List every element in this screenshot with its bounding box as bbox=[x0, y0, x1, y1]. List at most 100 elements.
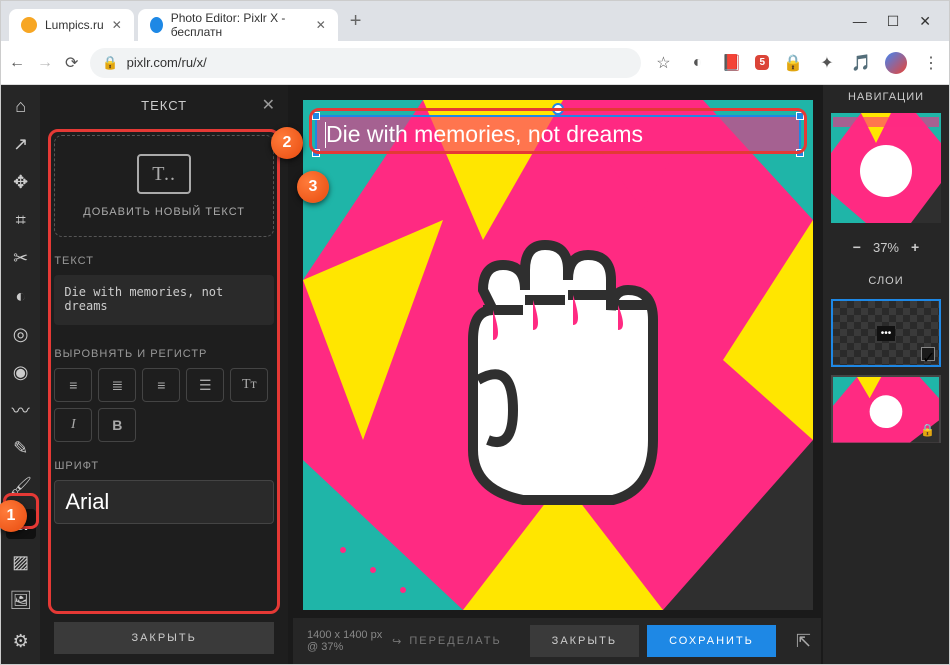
extension-icon[interactable]: 🔒 bbox=[783, 53, 803, 73]
crop-icon[interactable]: ⌗ bbox=[6, 205, 36, 235]
lock-icon: 🔒 bbox=[102, 55, 118, 71]
extensions-icon[interactable]: ✦ bbox=[817, 53, 837, 73]
extension-icon[interactable]: 📕 bbox=[721, 53, 741, 73]
titlebar: Lumpics.ru ✕ Photo Editor: Pixlr X - бес… bbox=[1, 1, 949, 41]
canvas-artwork bbox=[303, 100, 813, 610]
canvas-dimensions: 1400 x 1400 px @ 37% bbox=[307, 629, 392, 653]
browser-window: Lumpics.ru ✕ Photo Editor: Pixlr X - бес… bbox=[0, 0, 950, 665]
text-panel: ТЕКСТ ✕ T.. ДОБАВИТЬ НОВЫЙ ТЕКСТ ТЕКСТ В… bbox=[40, 85, 288, 664]
extension-icon[interactable]: ◐ bbox=[687, 53, 707, 73]
canvas-area: Die with memories, not dreams bbox=[288, 85, 823, 664]
layer-preview: ••• bbox=[877, 326, 896, 341]
extension-icons: ☆ ◐ 📕 5 🔒 ✦ 🎵 ⋮ bbox=[653, 52, 941, 74]
draw-icon[interactable]: 🖌 bbox=[6, 471, 36, 501]
save-button[interactable]: СОХРАНИТЬ bbox=[647, 625, 776, 657]
forward-icon[interactable]: → bbox=[37, 54, 53, 72]
close-icon[interactable]: ✕ bbox=[112, 18, 122, 32]
add-text-button[interactable]: T.. ДОБАВИТЬ НОВЫЙ ТЕКСТ bbox=[54, 135, 274, 237]
export-icon[interactable]: ⇱ bbox=[796, 631, 811, 652]
back-icon[interactable]: ← bbox=[9, 54, 25, 72]
close-button[interactable]: ЗАКРЫТЬ bbox=[530, 625, 639, 657]
layer-background[interactable]: 🔒 bbox=[831, 375, 941, 443]
new-tab-button[interactable]: + bbox=[342, 10, 370, 33]
resize-handle[interactable] bbox=[312, 149, 320, 157]
filter-icon[interactable]: ◎ bbox=[6, 319, 36, 349]
layer-text[interactable]: ••• ✓ bbox=[831, 299, 941, 367]
panel-body: T.. ДОБАВИТЬ НОВЫЙ ТЕКСТ ТЕКСТ ВЫРОВНЯТЬ… bbox=[40, 125, 288, 612]
right-panel: НАВИГАЦИИ − 37% + СЛОИ ••• ✓ 🔒 bbox=[823, 85, 949, 664]
redo-button[interactable]: ↪ПЕРЕДЕЛАТЬ bbox=[392, 635, 502, 648]
panel-title: ТЕКСТ bbox=[141, 98, 187, 113]
font-selector[interactable]: Arial bbox=[54, 480, 274, 524]
bookmark-icon[interactable]: ☆ bbox=[653, 53, 673, 73]
tab-favicon bbox=[150, 17, 163, 33]
url-bar: ← → ⟳ 🔒 pixlr.com/ru/x/ ☆ ◐ 📕 5 🔒 ✦ 🎵 ⋮ bbox=[1, 41, 949, 85]
resize-handle[interactable] bbox=[796, 112, 804, 120]
panel-close-button[interactable]: ЗАКРЫТЬ bbox=[54, 622, 274, 654]
callout-2: 2 bbox=[271, 127, 303, 159]
resize-handle[interactable] bbox=[796, 149, 804, 157]
layer-visibility-checkbox[interactable]: ✓ bbox=[921, 347, 935, 361]
zoom-out-icon[interactable]: − bbox=[853, 239, 861, 255]
italic-icon[interactable]: I bbox=[54, 408, 92, 442]
profile-avatar[interactable] bbox=[885, 52, 907, 74]
element-icon[interactable]: ▨ bbox=[6, 547, 36, 577]
tab-pixlr[interactable]: Photo Editor: Pixlr X - бесплатн ✕ bbox=[138, 9, 338, 41]
retouch-icon[interactable]: ✎ bbox=[6, 433, 36, 463]
close-icon[interactable]: ✕ bbox=[316, 18, 326, 32]
align-row: ≡ ≣ ≡ ☰ Tᴛ bbox=[54, 368, 274, 402]
nav-title: НАВИГАЦИИ bbox=[848, 91, 924, 103]
align-center-icon[interactable]: ≣ bbox=[98, 368, 136, 402]
media-icon[interactable]: 🎵 bbox=[851, 53, 871, 73]
canvas-text: Die with memories, not dreams bbox=[326, 121, 643, 148]
arrange-icon[interactable]: ↗ bbox=[6, 129, 36, 159]
text-icon: T.. bbox=[137, 154, 191, 194]
image-icon[interactable]: 🖼 bbox=[6, 585, 36, 615]
callout-3: 3 bbox=[297, 171, 329, 203]
text-case-icon[interactable]: Tᴛ bbox=[230, 368, 268, 402]
zoom-value: 37% bbox=[873, 240, 899, 255]
panel-close-icon[interactable]: ✕ bbox=[262, 95, 276, 115]
close-window-icon[interactable]: ✕ bbox=[919, 13, 931, 30]
left-toolbar: ⌂ ↗ ✥ ⌗ ✂ ◐ ◎ ◉ 〰 ✎ 🖌 T. ▨ 🖼 ⚙ bbox=[1, 85, 40, 664]
cut-icon[interactable]: ✂ bbox=[6, 243, 36, 273]
text-section-label: ТЕКСТ bbox=[54, 255, 274, 267]
maximize-icon[interactable]: ☐ bbox=[887, 13, 900, 30]
bold-icon[interactable]: B bbox=[98, 408, 136, 442]
reload-icon[interactable]: ⟳ bbox=[65, 53, 78, 73]
zoom-in-icon[interactable]: + bbox=[911, 239, 919, 255]
redo-icon: ↪ bbox=[392, 635, 403, 648]
liquify-icon[interactable]: 〰 bbox=[6, 395, 36, 425]
notification-badge[interactable]: 5 bbox=[755, 55, 769, 70]
align-right-icon[interactable]: ≡ bbox=[142, 368, 180, 402]
align-justify-icon[interactable]: ☰ bbox=[186, 368, 224, 402]
panel-footer: ЗАКРЫТЬ bbox=[40, 612, 288, 664]
navigator-thumb[interactable] bbox=[831, 113, 941, 223]
layers-title: СЛОИ bbox=[868, 275, 903, 287]
text-input[interactable] bbox=[54, 275, 274, 325]
tab-favicon bbox=[21, 17, 37, 33]
resize-handle[interactable] bbox=[312, 112, 320, 120]
panel-header: ТЕКСТ ✕ bbox=[40, 85, 288, 125]
lock-icon[interactable]: 🔒 bbox=[920, 423, 935, 437]
text-layer-on-canvas[interactable]: Die with memories, not dreams bbox=[315, 115, 801, 154]
effect-icon[interactable]: ◉ bbox=[6, 357, 36, 387]
tab-title: Photo Editor: Pixlr X - бесплатн bbox=[171, 11, 308, 39]
window-controls: ― ☐ ✕ bbox=[853, 13, 941, 30]
style-row: I B bbox=[54, 408, 274, 442]
tab-lumpics[interactable]: Lumpics.ru ✕ bbox=[9, 9, 134, 41]
settings-icon[interactable]: ⚙ bbox=[6, 626, 36, 656]
adjust-icon[interactable]: ◐ bbox=[6, 281, 36, 311]
align-left-icon[interactable]: ≡ bbox=[54, 368, 92, 402]
minimize-icon[interactable]: ― bbox=[853, 13, 867, 30]
menu-icon[interactable]: ⋮ bbox=[921, 53, 941, 73]
address-bar[interactable]: 🔒 pixlr.com/ru/x/ bbox=[90, 48, 641, 78]
font-section-label: ШРИФТ bbox=[54, 460, 274, 472]
home-icon[interactable]: ⌂ bbox=[6, 91, 36, 121]
canvas[interactable]: Die with memories, not dreams bbox=[303, 100, 813, 610]
move-icon[interactable]: ✥ bbox=[6, 167, 36, 197]
tab-title: Lumpics.ru bbox=[45, 18, 104, 32]
rotate-handle[interactable] bbox=[552, 103, 564, 115]
add-text-label: ДОБАВИТЬ НОВЫЙ ТЕКСТ bbox=[83, 206, 245, 218]
align-section-label: ВЫРОВНЯТЬ И РЕГИСТР bbox=[54, 348, 274, 360]
